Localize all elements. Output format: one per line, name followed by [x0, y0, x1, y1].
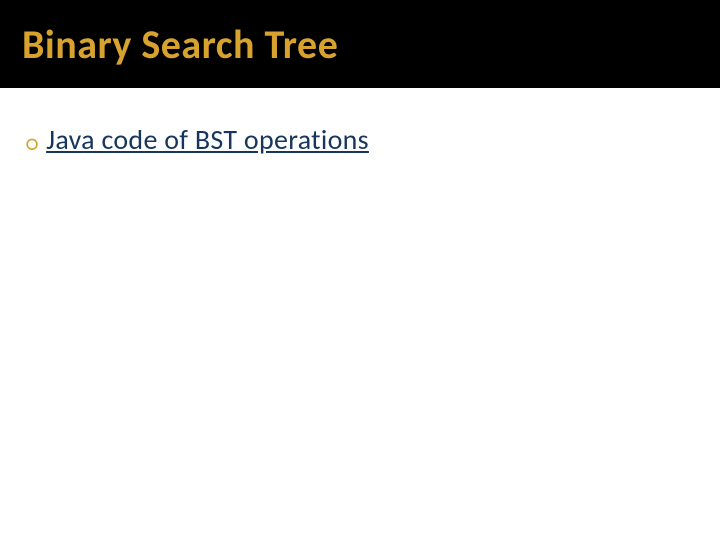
page-title: Binary Search Tree	[22, 20, 338, 69]
list-item: ○ Java code of BST operations	[26, 122, 694, 157]
content-area: ○ Java code of BST operations	[0, 88, 720, 191]
bst-java-code-link[interactable]: Java code of BST operations	[46, 122, 369, 157]
circle-bullet-icon: ○	[26, 133, 38, 155]
title-band: Binary Search Tree	[0, 0, 720, 88]
